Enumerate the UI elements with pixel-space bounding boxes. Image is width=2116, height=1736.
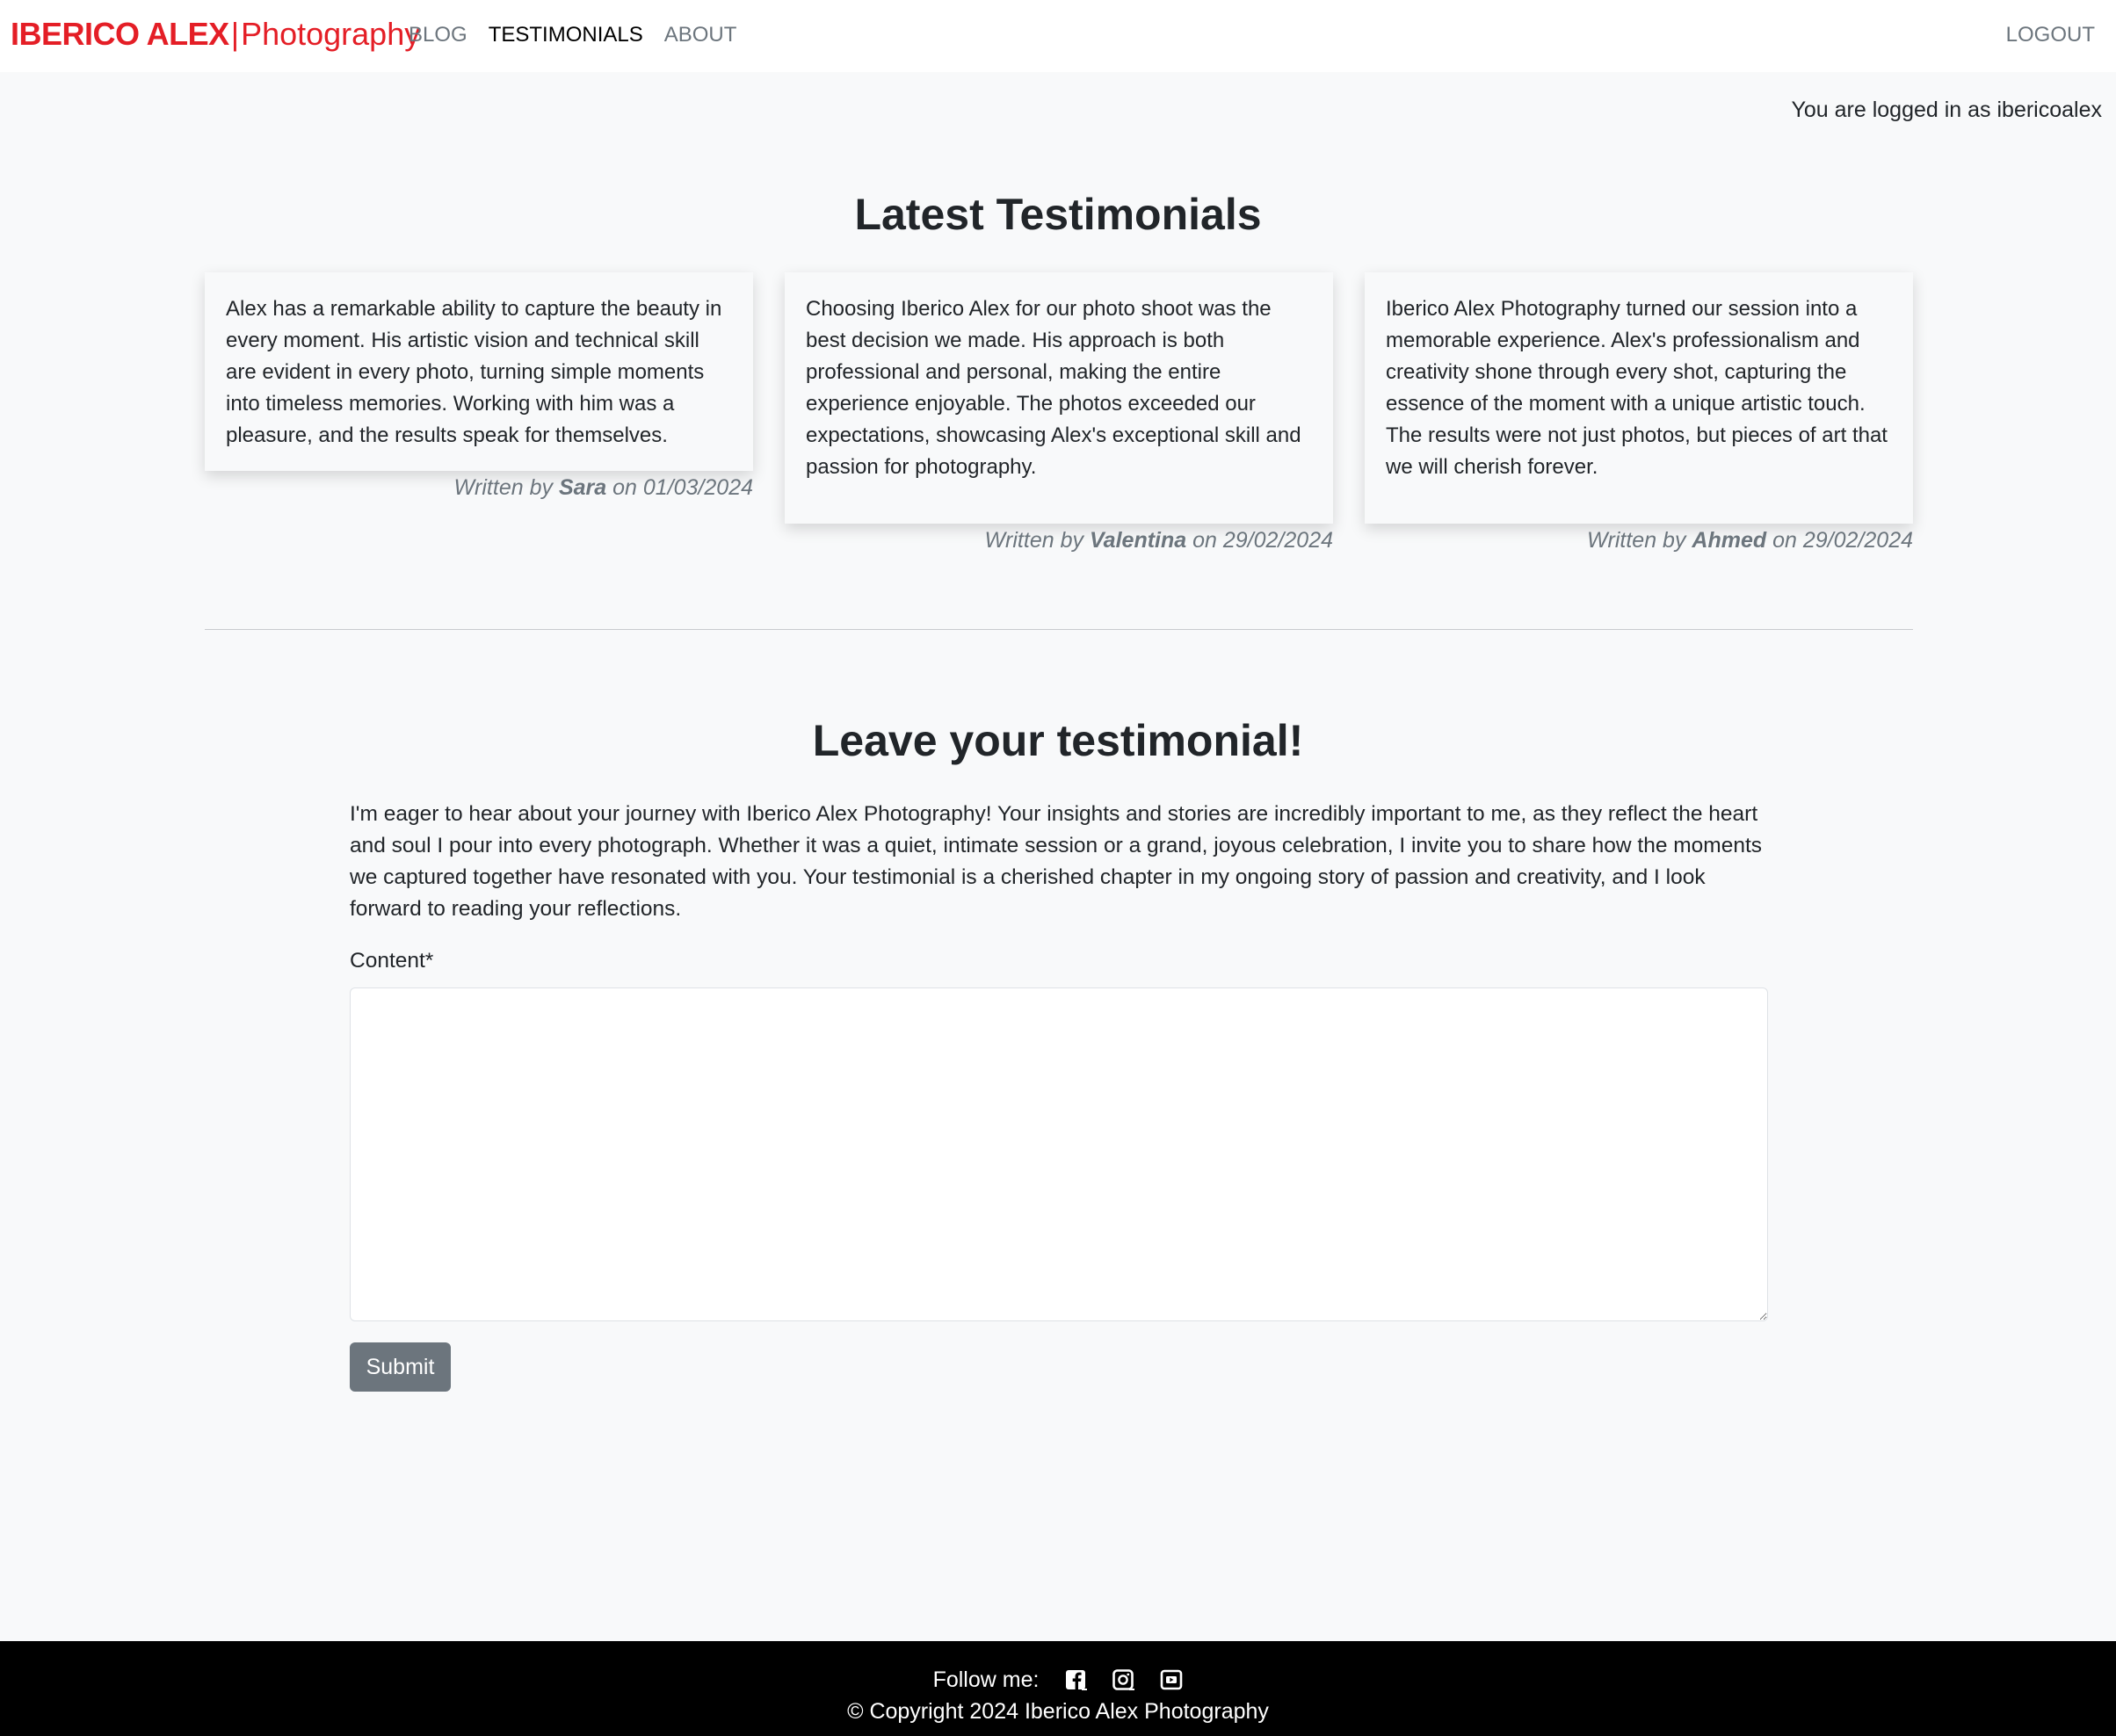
follow-row: Follow me: (0, 1666, 2116, 1694)
written-by-label: Written by (453, 475, 553, 500)
brand-tagline: Photography (241, 16, 421, 52)
instagram-icon[interactable] (1112, 1668, 1135, 1691)
logout-link[interactable]: LOGOUT (2006, 21, 2095, 49)
content-textarea[interactable] (350, 987, 1768, 1321)
testimonial-byline: Written by Valentina on 29/02/2024 (785, 526, 1333, 554)
testimonial-date: 29/02/2024 (1802, 528, 1913, 553)
latest-testimonials-title: Latest Testimonials (854, 190, 1262, 239)
nav-testimonials[interactable]: TESTIMONIALS (489, 21, 643, 49)
on-label: on (1772, 528, 1797, 553)
testimonial-author: Ahmed (1692, 528, 1767, 553)
testimonial-card: Iberico Alex Photography turned our sess… (1365, 272, 1913, 524)
testimonial-byline: Written by Ahmed on 29/02/2024 (1365, 526, 1913, 554)
nav-about[interactable]: ABOUT (664, 21, 737, 49)
testimonial-date: 29/02/2024 (1222, 528, 1333, 553)
submit-button[interactable]: Submit (350, 1342, 451, 1392)
nav-blog[interactable]: BLOG (409, 21, 467, 49)
written-by-label: Written by (984, 528, 1083, 553)
on-label: on (1192, 528, 1217, 553)
brand-name: IBERICO ALEX (11, 16, 229, 52)
testimonial-card: Choosing Iberico Alex for our photo shoo… (785, 272, 1333, 524)
content-label: Content* (350, 949, 434, 973)
facebook-icon[interactable] (1065, 1668, 1088, 1691)
leave-testimonial-title: Leave your testimonial! (812, 716, 1304, 765)
testimonial-byline: Written by Sara on 01/03/2024 (205, 474, 753, 502)
testimonial-text: Alex has a remarkable ability to capture… (226, 297, 722, 447)
brand-logo[interactable]: IBERICO ALEX|Photography (11, 14, 420, 54)
testimonial-date: 01/03/2024 (642, 475, 753, 500)
brand-separator: | (230, 16, 240, 52)
copyright: © Copyright 2024 Iberico Alex Photograph… (847, 1699, 1269, 1724)
testimonial-text: Iberico Alex Photography turned our sess… (1386, 297, 1888, 479)
youtube-icon[interactable] (1160, 1668, 1183, 1691)
testimonial-author: Sara (558, 475, 607, 500)
navbar: IBERICO ALEX|Photography BLOG TESTIMONIA… (0, 0, 2116, 72)
footer: Follow me: © Copyright 2024 Iberico Alex… (0, 1641, 2116, 1736)
nav-links: BLOG TESTIMONIALS ABOUT (409, 21, 736, 49)
leave-testimonial-intro: I'm eager to hear about your journey wit… (350, 802, 1762, 921)
testimonial-card: Alex has a remarkable ability to capture… (205, 272, 753, 471)
testimonial-author: Valentina (1089, 528, 1187, 553)
login-status: You are logged in as ibericoalex (1791, 98, 2103, 122)
follow-label: Follow me: (932, 1667, 1040, 1692)
written-by-label: Written by (1586, 528, 1686, 553)
testimonial-text: Choosing Iberico Alex for our photo shoo… (806, 297, 1301, 479)
section-divider (205, 629, 1913, 630)
on-label: on (612, 475, 637, 500)
